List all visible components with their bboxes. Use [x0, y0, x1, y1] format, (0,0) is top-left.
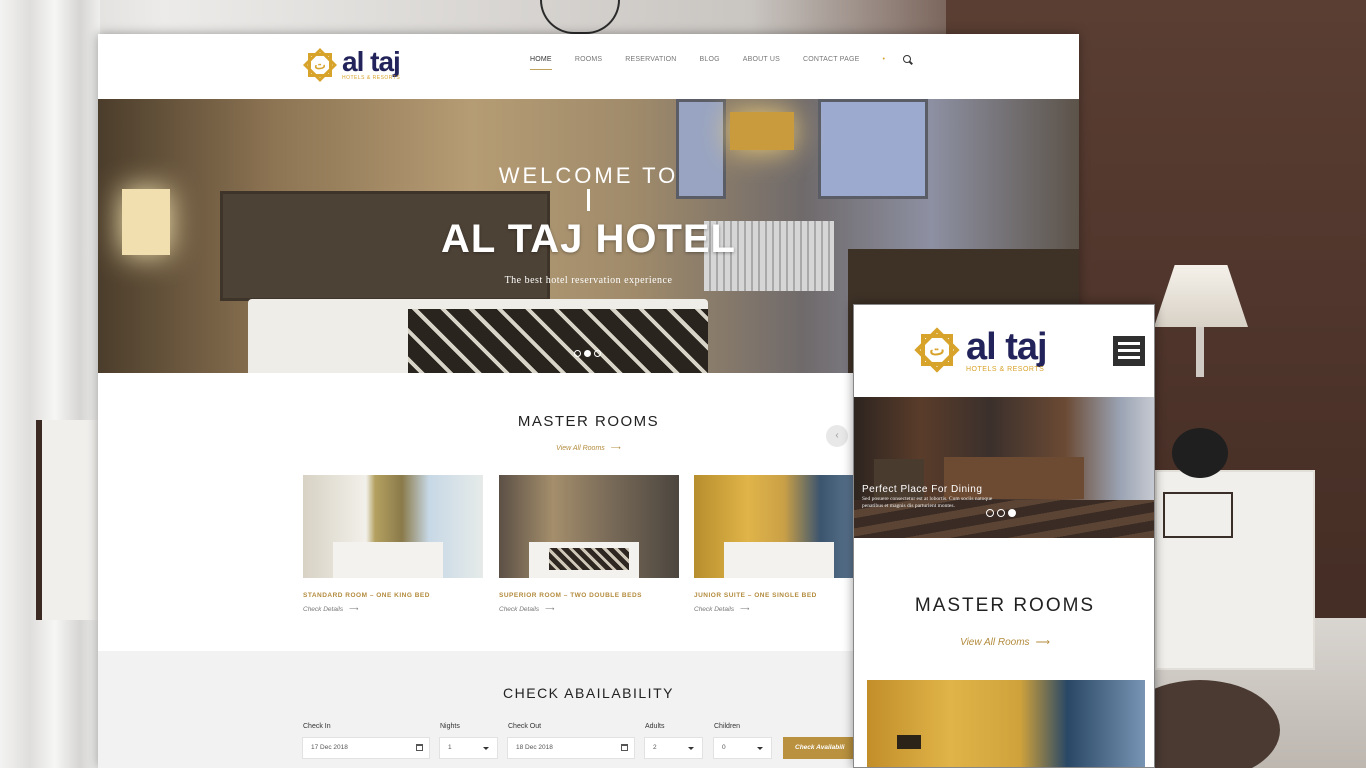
check-details-link[interactable]: Check Details ⟶: [499, 605, 679, 613]
room-image[interactable]: [303, 475, 483, 578]
mobile-site-logo[interactable]: ت al taj HOTELS & RESORTS: [914, 325, 1048, 373]
calendar-icon[interactable]: [416, 744, 423, 751]
slider-dots: [574, 350, 601, 357]
mobile-hero-text: Sed posuere consectetur est at lobortis.…: [862, 496, 993, 509]
logo-tagline: HOTELS & RESORTS: [966, 365, 1045, 373]
arrow-right-icon: ⟶: [545, 606, 555, 613]
check-details-link[interactable]: Check Details ⟶: [303, 605, 483, 613]
slider-dot[interactable]: [986, 509, 994, 517]
nav-reservation[interactable]: RESERVATION: [625, 56, 676, 70]
nav-home[interactable]: HOME: [530, 56, 552, 70]
slider-dot-active[interactable]: [584, 350, 591, 357]
slider-dot-active[interactable]: [1008, 509, 1016, 517]
chevron-down-icon: [483, 747, 489, 750]
hero-welcome-text: WELCOME TO: [498, 163, 679, 188]
adults-label: Adults: [645, 723, 665, 730]
room-card[interactable]: JUNIOR SUITE – ONE SINGLE BED Check Deta…: [694, 475, 874, 613]
check-in-label: Check In: [303, 723, 331, 730]
nav-rooms[interactable]: ROOMS: [575, 56, 602, 70]
logo-wordmark: al taj: [342, 46, 401, 77]
slider-dot[interactable]: [574, 350, 581, 357]
check-in-date-field[interactable]: 17 Dec 2018: [302, 737, 430, 759]
nav-blog[interactable]: BLOG: [699, 56, 719, 70]
check-out-date-field[interactable]: 18 Dec 2018: [507, 737, 635, 759]
section-title: MASTER ROOMS: [914, 595, 1096, 616]
carousel-prev-button[interactable]: ‹: [826, 425, 848, 447]
calendar-icon[interactable]: [621, 744, 628, 751]
children-label: Children: [714, 723, 741, 730]
room-card[interactable]: STANDARD ROOM – ONE KING BED Check Detai…: [303, 475, 483, 613]
room-image[interactable]: [499, 475, 679, 578]
logo-wordmark: al taj: [966, 325, 1048, 368]
arrow-right-icon: ⟶: [610, 445, 621, 452]
nights-select[interactable]: 1: [439, 737, 498, 759]
hero-divider: [587, 189, 590, 211]
room-name[interactable]: STANDARD ROOM – ONE KING BED: [303, 592, 483, 599]
nights-label: Nights: [440, 723, 460, 730]
slider-dot[interactable]: [594, 350, 601, 357]
nav-about-us[interactable]: ABOUT US: [743, 56, 780, 70]
slider-dots: [986, 509, 1016, 517]
hamburger-menu-icon[interactable]: [1113, 336, 1145, 366]
adults-select[interactable]: 2: [644, 737, 703, 759]
search-icon[interactable]: [902, 55, 911, 63]
check-out-label: Check Out: [508, 723, 542, 730]
nav-contact-page[interactable]: CONTACT PAGE: [803, 56, 859, 70]
hero-floor-lamp: [730, 112, 794, 150]
room-name[interactable]: SUPERIOR ROOM – TWO DOUBLE BEDS: [499, 592, 679, 599]
site-logo[interactable]: ت al taj HOTELS & RESORTS: [303, 46, 401, 82]
mobile-hero-slider: Perfect Place For Dining Sed posuere con…: [854, 397, 1154, 538]
mobile-hero-title: Perfect Place For Dining: [862, 484, 983, 495]
hero-subtitle: The best hotel reservation experience: [504, 275, 673, 286]
background-side-table: [1155, 470, 1315, 670]
slider-dot[interactable]: [997, 509, 1005, 517]
logo-star-icon: ت: [303, 47, 337, 82]
check-details-link[interactable]: Check Details ⟶: [694, 605, 874, 613]
background-lamp-arm: [1196, 327, 1204, 377]
arrow-right-icon: ⟶: [349, 606, 359, 613]
mobile-mockup: ت al taj HOTELS & RESORTS Perfect Place …: [853, 304, 1155, 768]
chevron-down-icon: [757, 747, 763, 750]
room-name[interactable]: JUNIOR SUITE – ONE SINGLE BED: [694, 592, 874, 599]
room-image[interactable]: [694, 475, 874, 578]
chevron-down-icon: [688, 747, 694, 750]
arrow-right-icon: ⟶: [1035, 637, 1050, 648]
background-curtain: [0, 0, 100, 768]
background-chair: [36, 420, 98, 620]
room-image[interactable]: [867, 680, 1145, 767]
children-select[interactable]: 0: [713, 737, 772, 759]
arrow-right-icon: ⟶: [740, 606, 750, 613]
site-header: ت al taj HOTELS & RESORTS HOME ROOMS RES…: [98, 34, 1079, 99]
hero-title: AL TAJ HOTEL: [441, 217, 736, 261]
background-vase: [1172, 428, 1228, 478]
nav-separator-dot: •: [882, 56, 885, 63]
room-card[interactable]: SUPERIOR ROOM – TWO DOUBLE BEDS Check De…: [499, 475, 679, 613]
logo-tagline: HOTELS & RESORTS: [342, 75, 401, 81]
logo-star-icon: ت: [914, 327, 960, 373]
background-chandelier: [540, 0, 620, 34]
main-nav: HOME ROOMS RESERVATION BLOG ABOUT US CON…: [530, 55, 911, 70]
hero-bed-throw: [408, 309, 708, 373]
view-all-rooms-link[interactable]: View All Rooms ⟶: [854, 637, 1154, 648]
